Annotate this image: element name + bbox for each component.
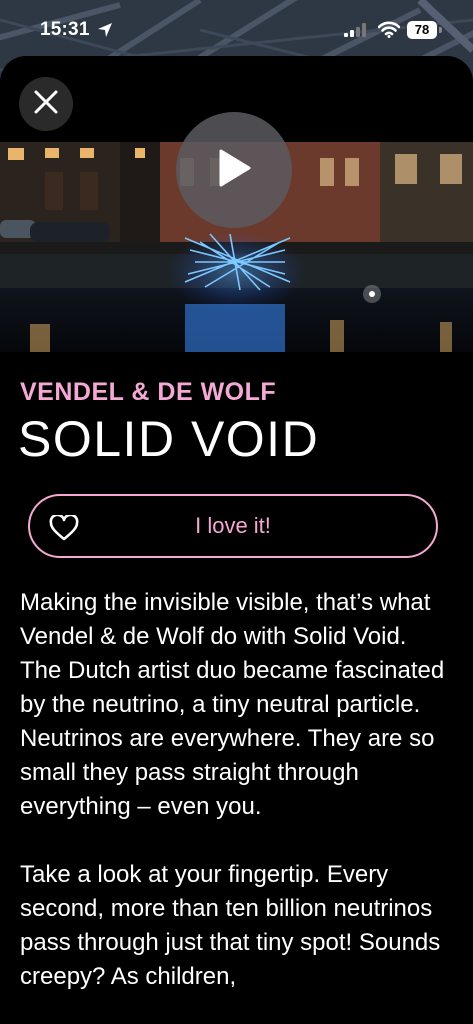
status-bar: 15:31 78 (0, 0, 473, 60)
close-icon (33, 89, 59, 120)
play-icon (217, 149, 251, 192)
play-button[interactable] (176, 112, 292, 228)
battery-tip (439, 27, 442, 33)
description: Making the invisible visible, that’s wha… (20, 586, 450, 1024)
signal-icon (344, 23, 368, 42)
wifi-icon (377, 21, 401, 43)
status-time: 15:31 (40, 19, 90, 40)
close-button[interactable] (19, 77, 73, 131)
location-arrow-icon (97, 22, 113, 43)
detail-sheet: VENDEL & DE WOLF SOLID VOID I love it! M… (0, 56, 473, 1024)
artist-name: VENDEL & DE WOLF (20, 378, 277, 406)
description-paragraph: Making the invisible visible, that’s wha… (20, 589, 445, 820)
battery-icon: 78 (407, 21, 437, 39)
description-paragraph: Take a look at your fingertip. Every sec… (20, 861, 441, 990)
artwork-title: SOLID VOID (18, 411, 320, 467)
love-button[interactable]: I love it! (28, 494, 438, 558)
love-button-label: I love it! (195, 513, 271, 538)
